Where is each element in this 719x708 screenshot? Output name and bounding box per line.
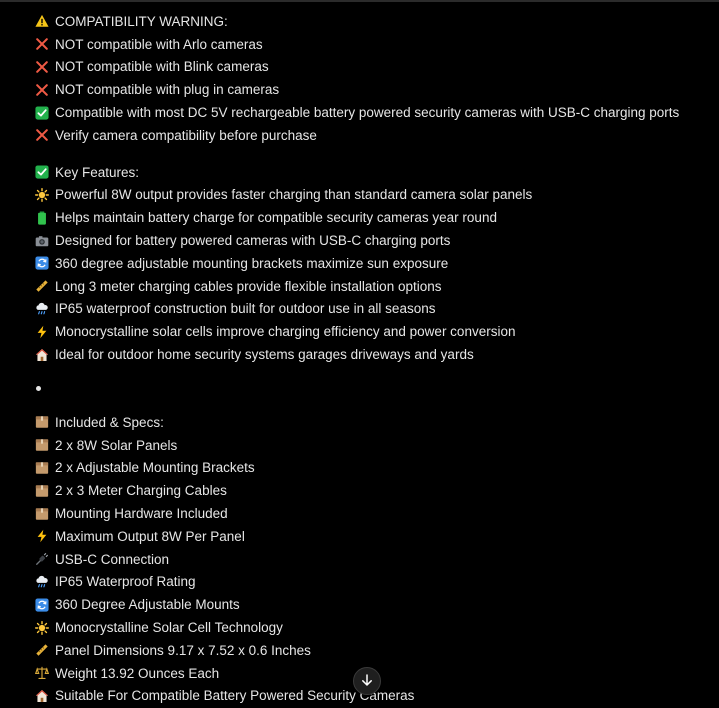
features-heading: Key Features: [34, 161, 709, 184]
list-item-text: Monocrystalline Solar Cell Technology [55, 620, 283, 636]
list-item-text: Powerful 8W output provides faster charg… [55, 187, 533, 203]
list-item-text: Long 3 meter charging cables provide fle… [55, 278, 442, 294]
list-item: NOT compatible with plug in cameras [34, 78, 709, 101]
list-item: Designed for battery powered cameras wit… [34, 229, 709, 252]
package-icon [34, 506, 50, 522]
list-item-text: Compatible with most DC 5V rechargeable … [55, 105, 680, 121]
list-item: Monocrystalline Solar Cell Technology [34, 616, 709, 639]
list-item-text: Designed for battery powered cameras wit… [55, 233, 451, 249]
list-item: NOT compatible with Arlo cameras [34, 33, 709, 56]
ruler-icon [34, 278, 50, 294]
rotate-icon [34, 597, 50, 613]
plug-icon [34, 551, 50, 567]
list-item: Helps maintain battery charge for compat… [34, 206, 709, 229]
list-item-text: Mounting Hardware Included [55, 506, 228, 522]
list-item-text: Monocrystalline solar cells improve char… [55, 324, 516, 340]
list-item-text: 2 x Adjustable Mounting Brackets [55, 460, 255, 476]
list-item-text: IP65 Waterproof Rating [55, 574, 196, 590]
battery-icon [34, 210, 50, 226]
list-item: USB-C Connection [34, 548, 709, 571]
list-item: Panel Dimensions 9.17 x 7.52 x 0.6 Inche… [34, 639, 709, 662]
list-item: 2 x 8W Solar Panels [34, 434, 709, 457]
list-item-text: NOT compatible with plug in cameras [55, 82, 280, 98]
list-item: 2 x Adjustable Mounting Brackets [34, 457, 709, 480]
list-item: Ideal for outdoor home security systems … [34, 343, 709, 366]
list-item-text: USB-C Connection [55, 551, 170, 567]
scale-icon [34, 665, 50, 681]
list-item-text: Panel Dimensions 9.17 x 7.52 x 0.6 Inche… [55, 642, 311, 658]
check-mark-icon [34, 164, 50, 180]
package-icon [34, 414, 50, 430]
product-description: COMPATIBILITY WARNING: NOT compatible wi… [34, 10, 709, 707]
package-icon [34, 483, 50, 499]
warning-heading: COMPATIBILITY WARNING: [34, 10, 709, 33]
cross-mark-icon [34, 36, 50, 52]
list-item: Monocrystalline solar cells improve char… [34, 320, 709, 343]
list-item-text: Ideal for outdoor home security systems … [55, 347, 474, 363]
scroll-down-button[interactable] [353, 667, 381, 695]
list-item-text: Maximum Output 8W Per Panel [55, 528, 245, 544]
list-item: 360 degree adjustable mounting brackets … [34, 252, 709, 275]
features-heading-text: Key Features: [55, 164, 140, 180]
house-icon [34, 688, 50, 704]
cross-mark-icon [34, 82, 50, 98]
warning-icon [34, 13, 50, 29]
list-item-text: Verify camera compatibility before purch… [55, 127, 317, 143]
list-item: Long 3 meter charging cables provide fle… [34, 275, 709, 298]
sun-icon [34, 187, 50, 203]
list-item: IP65 Waterproof Rating [34, 571, 709, 594]
top-divider [0, 0, 719, 2]
list-item: IP65 waterproof construction built for o… [34, 298, 709, 321]
list-item-text: 360 degree adjustable mounting brackets … [55, 255, 449, 271]
list-item: NOT compatible with Blink cameras [34, 56, 709, 79]
house-icon [34, 347, 50, 363]
list-item-text: Helps maintain battery charge for compat… [55, 210, 497, 226]
list-item-text: Weight 13.92 Ounces Each [55, 665, 220, 681]
cross-mark-icon [34, 59, 50, 75]
rain-cloud-icon [34, 574, 50, 590]
ruler-icon [34, 642, 50, 658]
empty-bullet [34, 366, 709, 411]
package-icon [34, 437, 50, 453]
list-item-text: 2 x 8W Solar Panels [55, 437, 178, 453]
rain-cloud-icon [34, 301, 50, 317]
check-mark-icon [34, 105, 50, 121]
warning-heading-text: COMPATIBILITY WARNING: [55, 13, 228, 29]
list-item-text: NOT compatible with Blink cameras [55, 59, 269, 75]
specs-heading: Included & Specs: [34, 411, 709, 434]
list-item: Mounting Hardware Included [34, 502, 709, 525]
list-item: Maximum Output 8W Per Panel [34, 525, 709, 548]
list-item: Verify camera compatibility before purch… [34, 124, 709, 147]
camera-icon [34, 233, 50, 249]
rotate-icon [34, 255, 50, 271]
list-item: 360 Degree Adjustable Mounts [34, 593, 709, 616]
package-icon [34, 460, 50, 476]
list-item: Powerful 8W output provides faster charg… [34, 184, 709, 207]
list-item-text: 360 Degree Adjustable Mounts [55, 597, 240, 613]
list-item-text: NOT compatible with Arlo cameras [55, 36, 263, 52]
specs-heading-text: Included & Specs: [55, 414, 164, 430]
list-item-text: IP65 waterproof construction built for o… [55, 301, 436, 317]
cross-mark-icon [34, 127, 50, 143]
list-item: Compatible with most DC 5V rechargeable … [34, 101, 709, 124]
list-item-text: 2 x 3 Meter Charging Cables [55, 483, 227, 499]
list-item: 2 x 3 Meter Charging Cables [34, 479, 709, 502]
scroll-down-arrow-icon [360, 673, 374, 690]
sun-icon [34, 620, 50, 636]
lightning-icon [34, 528, 50, 544]
lightning-icon [34, 324, 50, 340]
